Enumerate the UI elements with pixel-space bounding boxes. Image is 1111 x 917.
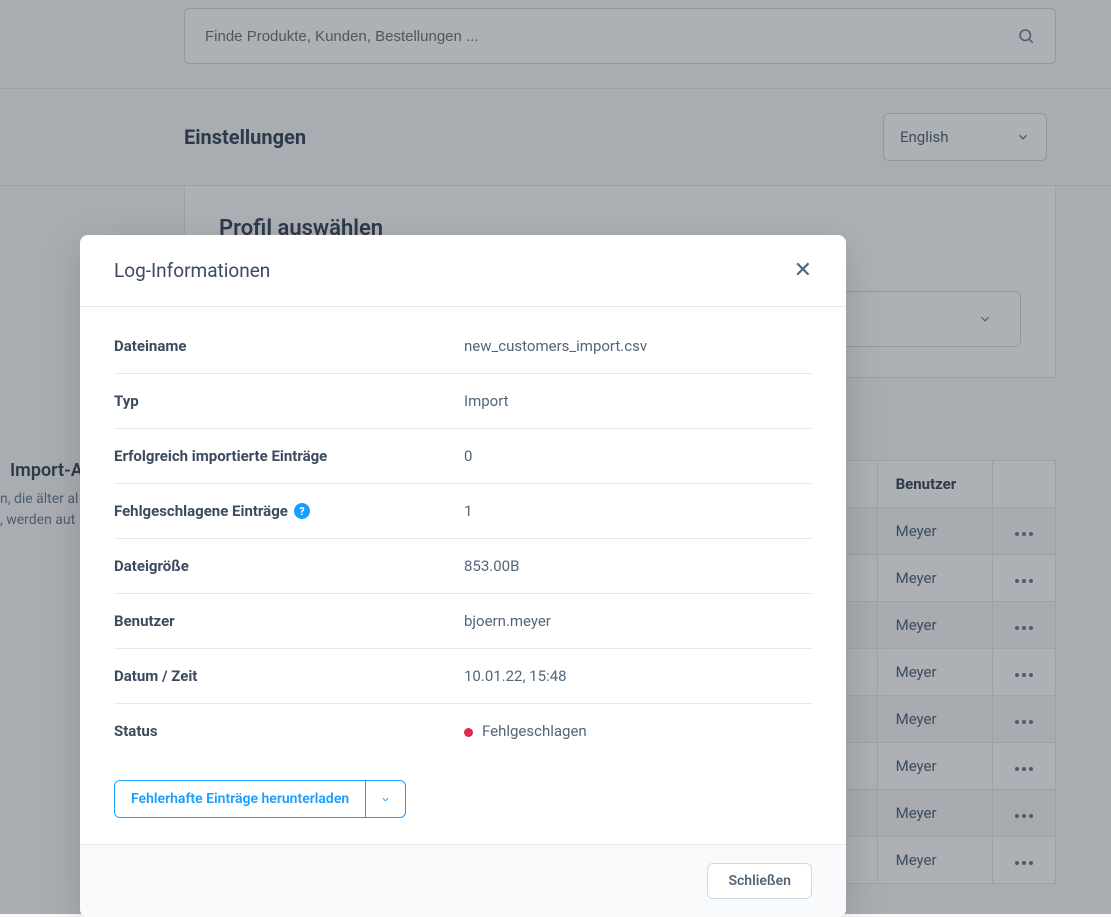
value-type: Import (464, 392, 812, 410)
modal-title: Log-Informationen (114, 259, 270, 282)
status-text: Fehlgeschlagen (482, 722, 587, 740)
label-status: Status (114, 722, 464, 740)
chevron-down-icon (380, 794, 391, 805)
label-success: Erfolgreich importierte Einträge (114, 447, 464, 465)
download-errors-dropdown[interactable] (365, 781, 405, 817)
download-errors-button-group: Fehlerhafte Einträge herunterladen (114, 780, 406, 818)
value-failed: 1 (464, 502, 812, 520)
close-button[interactable]: Schließen (707, 863, 812, 899)
value-datetime: 10.01.22, 15:48 (464, 667, 812, 685)
value-user: bjoern.meyer (464, 612, 812, 630)
label-filename: Dateiname (114, 337, 464, 355)
label-filesize: Dateigröße (114, 557, 464, 575)
value-filename: new_customers_import.csv (464, 337, 812, 355)
label-type: Typ (114, 392, 464, 410)
label-datetime: Datum / Zeit (114, 667, 464, 685)
label-user: Benutzer (114, 612, 464, 630)
close-icon[interactable]: ✕ (794, 260, 812, 282)
label-failed: Fehlgeschlagene Einträge ? (114, 502, 464, 520)
log-info-modal: Log-Informationen ✕ Dateiname new_custom… (80, 235, 846, 917)
value-status: Fehlgeschlagen (464, 722, 812, 740)
help-icon[interactable]: ? (294, 503, 310, 519)
label-failed-text: Fehlgeschlagene Einträge (114, 502, 288, 520)
download-errors-button[interactable]: Fehlerhafte Einträge herunterladen (115, 781, 365, 817)
value-success: 0 (464, 447, 812, 465)
value-filesize: 853.00B (464, 557, 812, 575)
status-dot-icon (464, 728, 473, 737)
